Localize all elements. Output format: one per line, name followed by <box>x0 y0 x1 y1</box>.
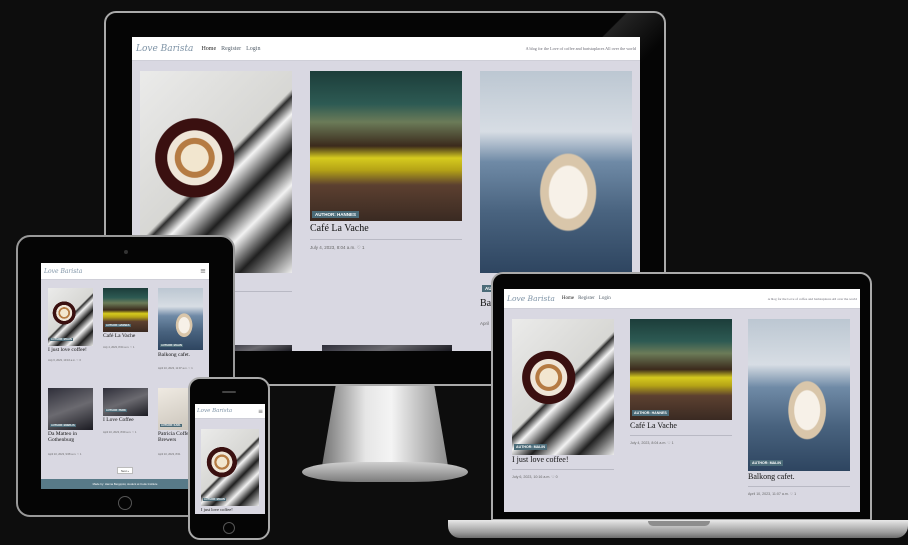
card-divider <box>630 435 732 436</box>
author-badge: AUTHOR: MALIN <box>50 338 73 341</box>
author-badge: AUTHOR: HANNES <box>105 324 131 327</box>
nav-home[interactable]: Home <box>201 46 216 52</box>
post-title[interactable]: Balkong cafet. <box>158 352 190 358</box>
author-badge: AUTHOR: HANNES <box>312 211 359 218</box>
card-divider <box>512 469 614 470</box>
post-meta: April 10, 2023, 8:09 a.m. ♡ 1 <box>103 431 137 434</box>
post-meta: July 4, 2023, 8:04 a.m. ♡ 1 <box>630 441 674 445</box>
site-footer: Made by: Hanna Bergqvist, student at Cod… <box>41 479 209 489</box>
post-image[interactable] <box>310 71 462 221</box>
phone-screen: Love Barista ≡ AUTHOR: MALIN I just love… <box>195 404 265 514</box>
nav-register[interactable]: Register <box>578 296 595 301</box>
site-logo[interactable]: Love Barista <box>197 408 232 414</box>
next-row-image <box>322 345 452 351</box>
post-title[interactable]: Ba <box>480 298 491 309</box>
author-badge: AUTHOR: EMMA IS <box>50 424 76 427</box>
post-image[interactable] <box>748 319 850 471</box>
tablet-home-button <box>118 496 132 510</box>
phone-home-button <box>223 522 235 534</box>
post-meta: April 10, 2023, 8:01 <box>158 453 181 456</box>
author-badge: AUTHOR: KARL <box>160 424 182 427</box>
menu-toggle-icon[interactable]: ≡ <box>258 408 263 415</box>
site-logo[interactable]: Love Barista <box>136 44 193 54</box>
phone-speaker <box>222 391 236 393</box>
author-badge: AUTHOR: MALIN <box>750 460 783 466</box>
post-meta: April 10, 2023, 9:08 a.m. ♡ 1 <box>48 453 82 456</box>
post-meta: July 4, 2023, 8:04 a.m. ♡ 1 <box>310 245 365 250</box>
tablet-camera <box>124 250 128 254</box>
post-meta: July 4, 2023, 8:04 a.m. ♡ 1 <box>103 346 135 349</box>
author-badge: AUTHOR: MALIN <box>160 344 183 347</box>
nav-login[interactable]: Login <box>599 296 611 301</box>
post-title[interactable]: Café La Vache <box>310 223 369 234</box>
nav-register[interactable]: Register <box>221 46 241 52</box>
post-image[interactable] <box>201 429 259 506</box>
post-title[interactable]: Da Matteo in Gothenburg <box>48 431 98 443</box>
nav-login[interactable]: Login <box>246 46 260 52</box>
post-meta: April 10, 2023, 11:07 a.m. ♡ 1 <box>748 492 797 496</box>
author-badge: AUTHOR: PERK <box>105 409 127 412</box>
post-image[interactable] <box>480 71 632 273</box>
post-title[interactable]: I just love coffee! <box>512 455 569 464</box>
post-title[interactable]: I just love coffee! <box>48 347 87 353</box>
menu-toggle-icon[interactable]: ≡ <box>200 267 206 275</box>
card-divider <box>310 239 462 240</box>
nav-home[interactable]: Home <box>562 296 574 301</box>
post-title[interactable]: I Love Coffee <box>103 417 134 423</box>
navbar: Love Barista ≡ <box>41 263 209 280</box>
post-image[interactable] <box>158 288 203 350</box>
post-title[interactable]: Café La Vache <box>103 333 135 339</box>
post-meta: April <box>480 321 490 326</box>
site-logo[interactable]: Love Barista <box>44 268 82 275</box>
post-title[interactable]: Café La Vache <box>630 421 677 430</box>
tablet-screen: Love Barista ≡ AUTHOR: MALIN I just love… <box>41 263 209 489</box>
post-meta: July 6, 2023, 10:16 a.m. ♡ 0 <box>48 359 81 362</box>
author-badge: AUTHOR: MALIN <box>203 498 226 501</box>
post-title[interactable]: Balkong cafet. <box>748 472 795 481</box>
navbar: Love Barista Home Register Login A blog … <box>504 289 860 309</box>
laptop-notch <box>648 521 710 526</box>
site-tagline: A blog for the Love of coffee and barist… <box>525 46 636 51</box>
pagination-next-button[interactable]: Next » <box>117 467 133 474</box>
navbar: Love Barista ≡ <box>195 404 265 419</box>
post-image[interactable] <box>512 319 614 455</box>
card-divider <box>748 486 850 487</box>
post-image[interactable] <box>630 319 732 420</box>
navbar: Love Barista Home Register Login A blog … <box>132 37 640 61</box>
imac-stand-base <box>302 462 468 482</box>
site-tagline: A blog for the Love of coffee and barist… <box>767 296 857 301</box>
laptop-screen: Love Barista Home Register Login A blog … <box>504 289 860 512</box>
author-badge: AUTHOR: HANNES <box>632 410 669 416</box>
author-badge: AUTHOR: MALIN <box>514 444 547 450</box>
post-meta: April 10, 2023, 11:07 a.m. ♡ 1 <box>158 367 193 370</box>
site-logo[interactable]: Love Barista <box>507 294 555 303</box>
post-meta: July 6, 2023, 10:16 a.m. ♡ 0 <box>512 475 558 479</box>
post-title[interactable]: I just love coffee! <box>201 507 233 512</box>
